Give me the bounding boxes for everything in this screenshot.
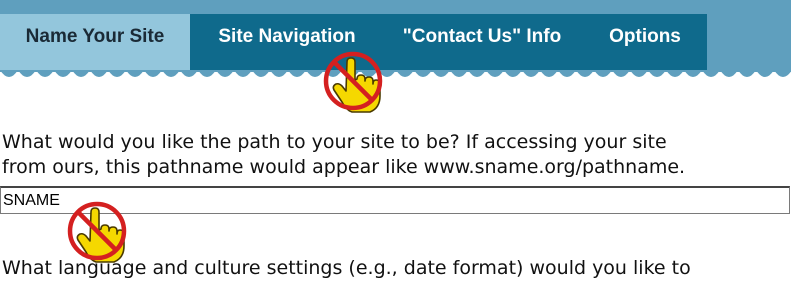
tab-name-your-site[interactable]: Name Your Site (0, 14, 190, 70)
tab-options[interactable]: Options (592, 14, 698, 64)
no-click-hand-icon (67, 201, 127, 263)
no-click-hand-icon (323, 51, 383, 113)
path-question: What would you like the path to your sit… (2, 130, 791, 180)
path-question-line-2: from ours, this pathname would appear li… (2, 156, 686, 178)
tab-band-wave (0, 70, 791, 77)
tab-contact-us-info[interactable]: "Contact Us" Info (384, 14, 580, 64)
path-question-line-1: What would you like the path to your sit… (2, 131, 667, 153)
